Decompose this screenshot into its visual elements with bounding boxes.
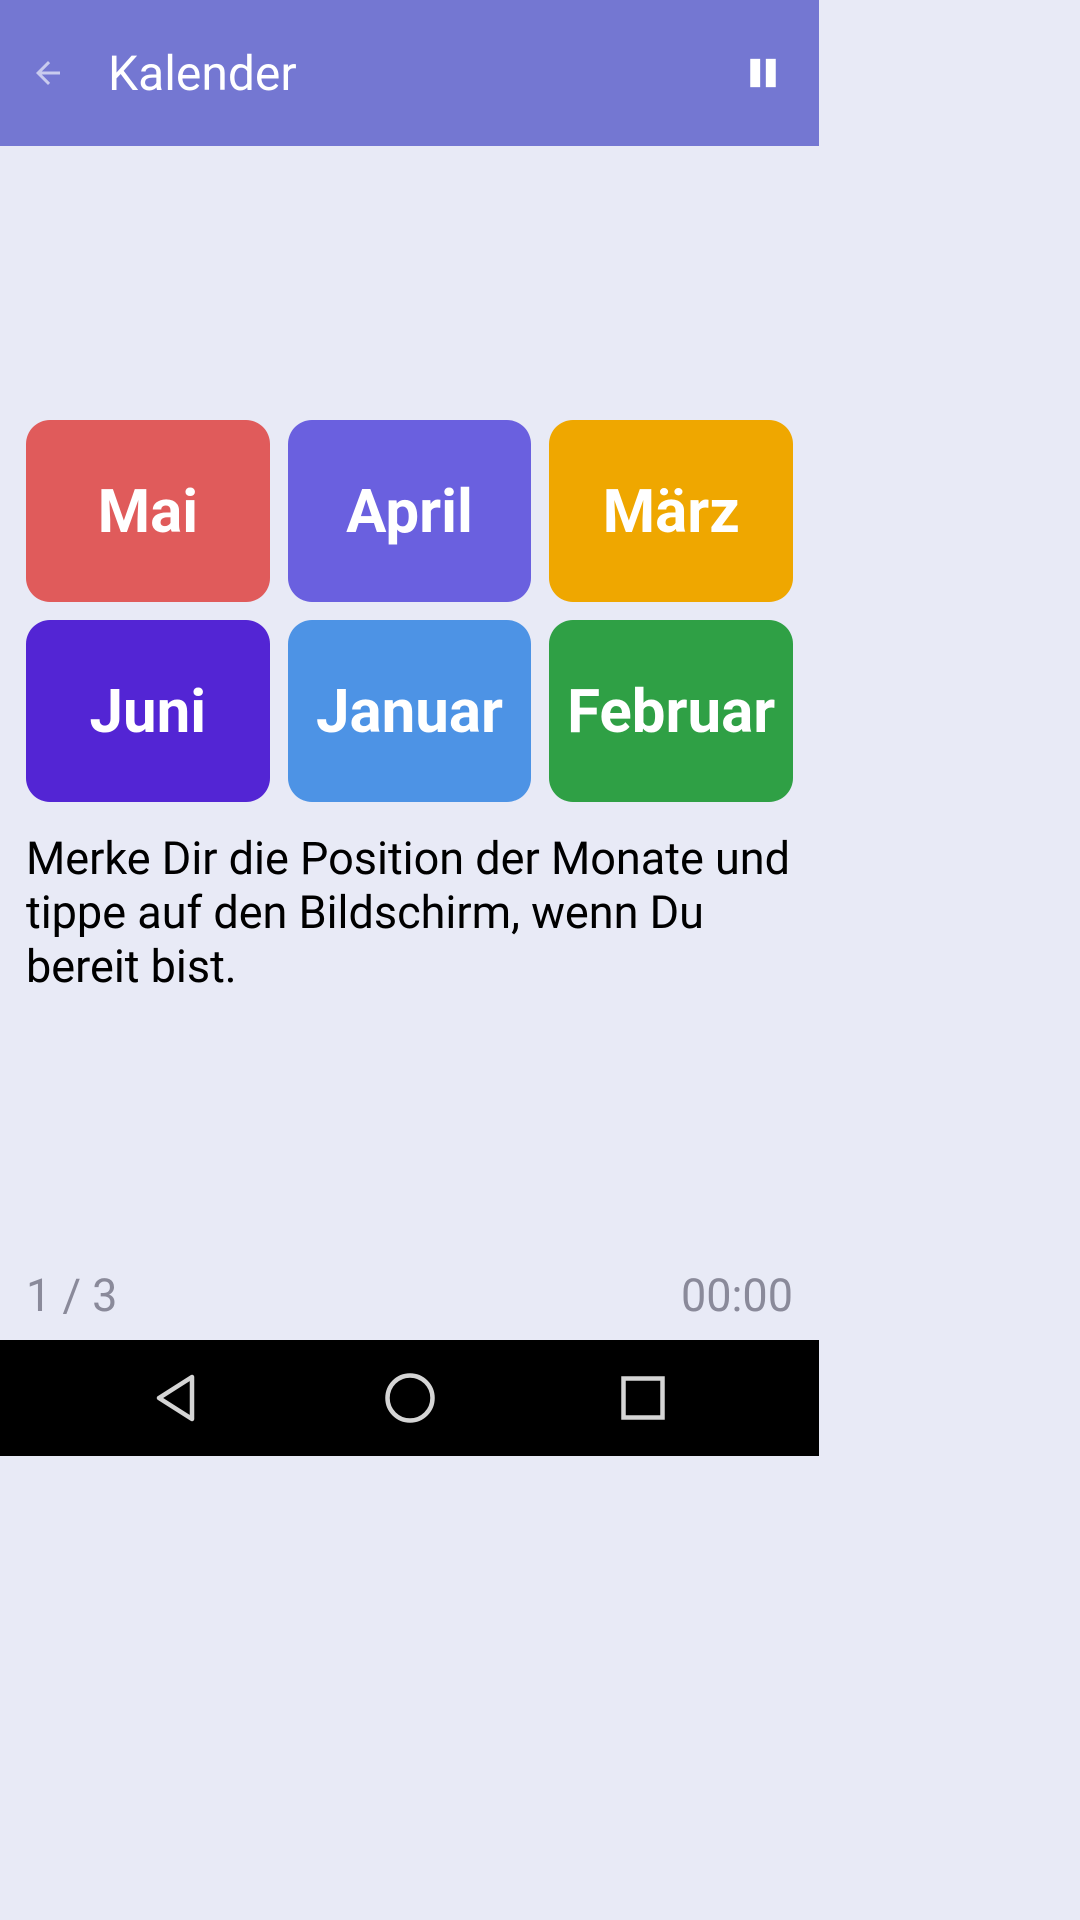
- app-bar: Kalender: [0, 0, 819, 146]
- back-button[interactable]: [24, 49, 72, 97]
- main-content[interactable]: Mai April März Juni Januar Februar Merke…: [0, 146, 819, 1340]
- month-tile-juni[interactable]: Juni: [26, 620, 270, 802]
- month-tile-februar[interactable]: Februar: [549, 620, 793, 802]
- tile-label: April: [346, 476, 473, 547]
- circle-home-icon: [380, 1368, 440, 1428]
- nav-home-button[interactable]: [380, 1368, 440, 1428]
- nav-recent-button[interactable]: [613, 1368, 673, 1428]
- timer: 00:00: [681, 1269, 793, 1322]
- nav-back-button[interactable]: [147, 1368, 207, 1428]
- instruction-text: Merke Dir die Position der Monate und ti…: [26, 832, 793, 994]
- system-nav-bar: [0, 1340, 819, 1456]
- tile-label: Mai: [98, 476, 199, 547]
- month-tile-mai[interactable]: Mai: [26, 420, 270, 602]
- square-recent-icon: [613, 1368, 673, 1428]
- tile-label: Juni: [90, 676, 207, 747]
- page-title: Kalender: [108, 45, 297, 102]
- tiles-grid: Mai April März Juni Januar Februar: [26, 420, 793, 802]
- month-tile-april[interactable]: April: [288, 420, 532, 602]
- triangle-back-icon: [147, 1368, 207, 1428]
- tile-label: Februar: [567, 676, 775, 747]
- progress-counter: 1 / 3: [26, 1269, 117, 1322]
- month-tile-maerz[interactable]: März: [549, 420, 793, 602]
- pause-icon: [746, 53, 780, 93]
- tile-label: März: [603, 476, 740, 547]
- arrow-left-icon: [30, 55, 66, 91]
- tile-label: Januar: [316, 676, 503, 747]
- pause-button[interactable]: [739, 49, 787, 97]
- footer: 1 / 3 00:00: [26, 1269, 793, 1322]
- month-tile-januar[interactable]: Januar: [288, 620, 532, 802]
